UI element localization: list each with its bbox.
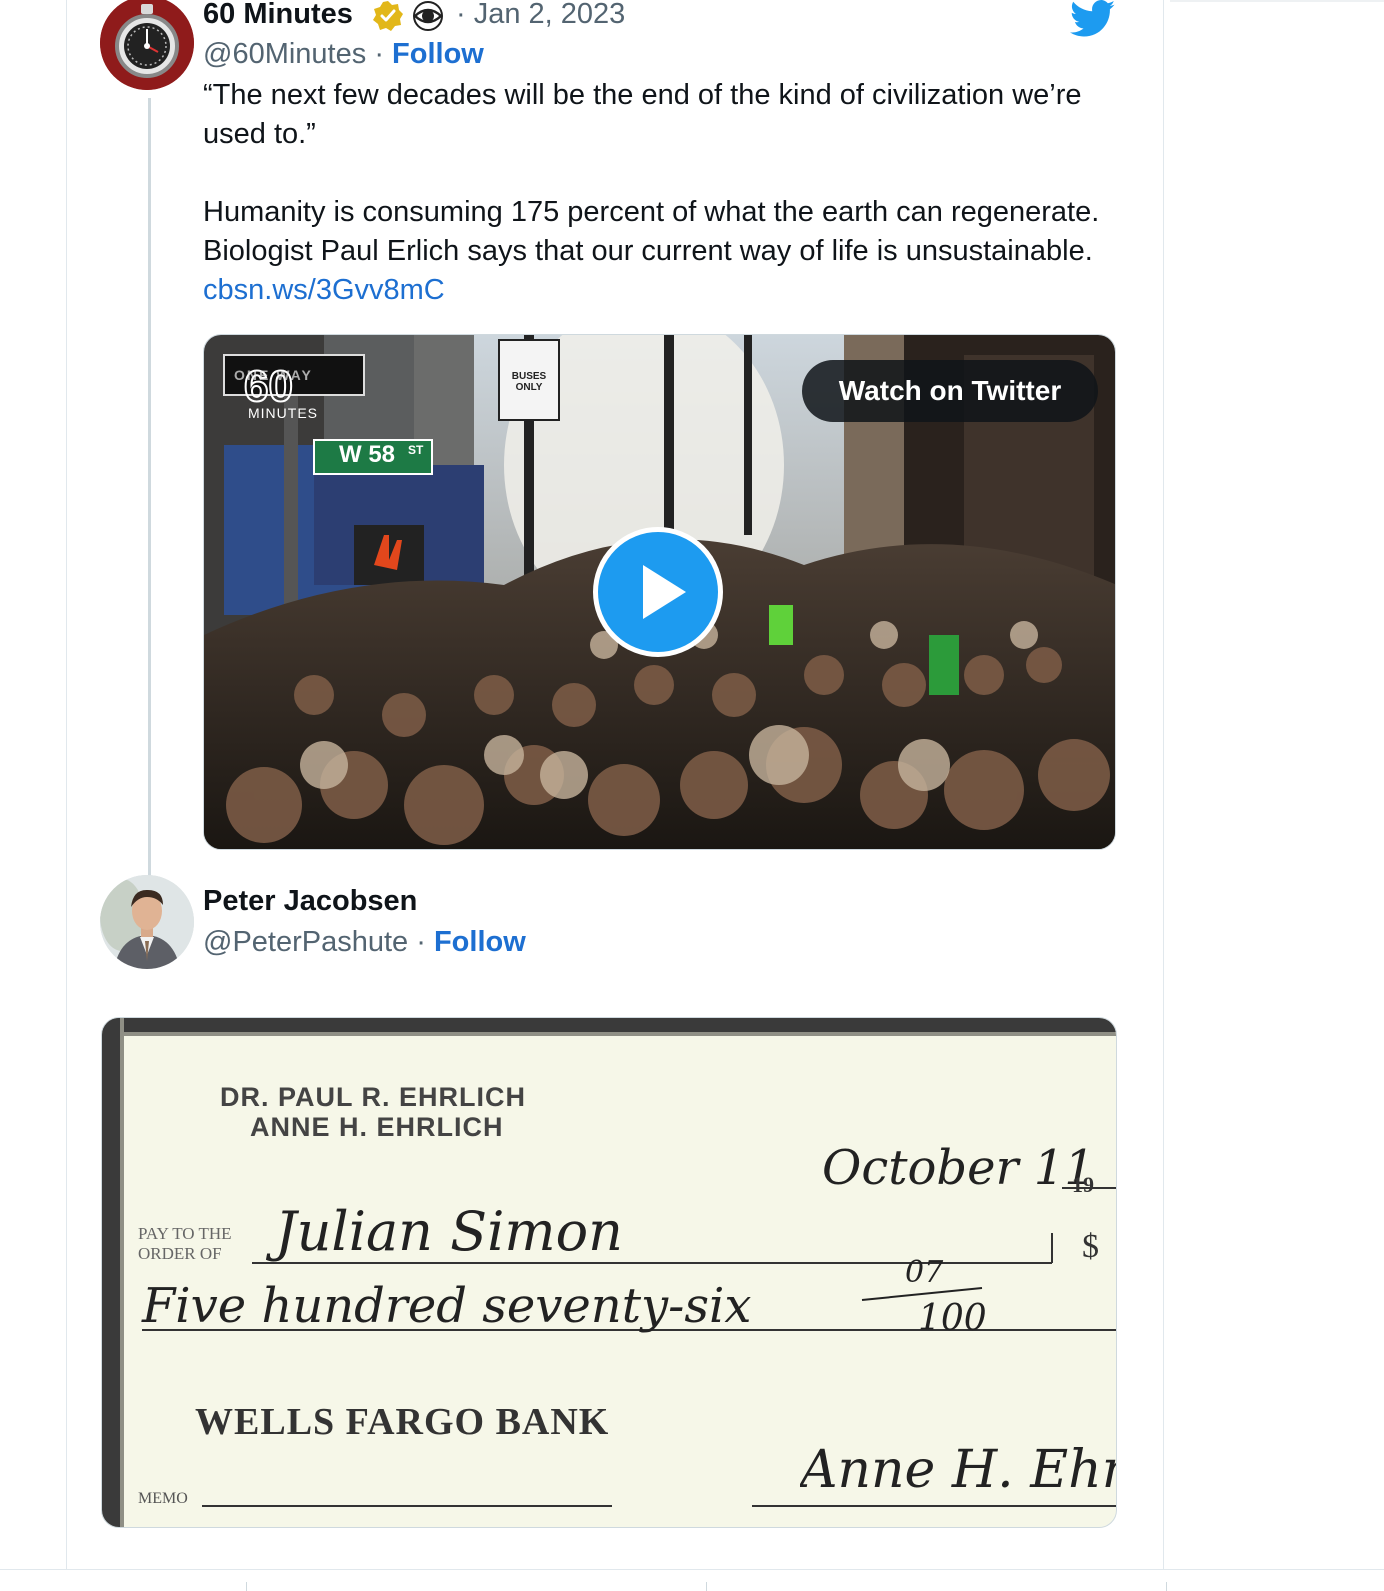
stopwatch-icon — [100, 0, 194, 90]
verified-badge-icon — [373, 1, 403, 31]
check-pay-label-2: ORDER OF — [138, 1244, 222, 1263]
check-pay-label-1: PAY TO THE — [138, 1224, 232, 1243]
handle-separator: · — [374, 38, 384, 70]
avatar-peterjacobsen[interactable] — [100, 875, 194, 969]
check-dollar-sign: $ — [1082, 1228, 1099, 1265]
check-amount-words: Five hundred seventy-six — [142, 1278, 752, 1334]
check-cents-bottom: 100 — [918, 1298, 987, 1339]
handle-text[interactable]: @60Minutes — [203, 38, 366, 70]
tweet-paragraph-text: Humanity is consuming 175 percent of wha… — [203, 196, 1100, 267]
check-bank-name: WELLS FARGO BANK — [195, 1401, 610, 1443]
top-divider — [1170, 0, 1384, 2]
tweet-link[interactable]: cbsn.ws/3Gvv8mC — [203, 274, 445, 306]
check-date-script: October 11 — [822, 1140, 1095, 1196]
60minutes-logo-word: MINUTES — [248, 405, 318, 421]
thread-connector — [148, 98, 151, 878]
follow-button-60minutes[interactable]: Follow — [392, 38, 484, 70]
handle-text[interactable]: @PeterPashute — [203, 926, 408, 958]
check-payee-script: Julian Simon — [275, 1200, 623, 1263]
check-holder-line2: ANNE H. EHRLICH — [250, 1112, 504, 1142]
watch-on-twitter-button[interactable]: Watch on Twitter — [802, 360, 1098, 422]
street-sign-text: W 58 — [339, 441, 396, 468]
check-year-prefix: 19 — [1072, 1172, 1094, 1197]
cbs-eye-icon — [413, 1, 443, 31]
tweet-date[interactable]: · Jan 2, 2023 — [456, 0, 625, 31]
check-cents-top: 07 — [905, 1255, 944, 1290]
handle-separator: · — [416, 926, 426, 958]
handle-peterjacobsen: @PeterPashute · Follow — [203, 926, 526, 959]
handle-60minutes: @60Minutes · Follow — [203, 38, 484, 71]
check-signature: Anne H. Ehr — [800, 1440, 1116, 1500]
tweet-paragraph: Humanity is consuming 175 percent of wha… — [203, 193, 1113, 310]
person-photo-icon — [100, 875, 194, 969]
street-sign-suffix: ST — [408, 443, 424, 457]
author-name-60minutes[interactable]: 60 Minutes — [203, 0, 353, 31]
author-name-peterjacobsen[interactable]: Peter Jacobsen — [203, 885, 417, 918]
tweet-quote: “The next few decades will be the end of… — [203, 79, 1082, 150]
bus-sign-text: BUSES ONLY — [511, 371, 547, 393]
follow-button-peterjacobsen[interactable]: Follow — [434, 926, 526, 958]
avatar-60minutes[interactable] — [100, 0, 194, 90]
check-holder-line1: DR. PAUL R. EHRLICH — [220, 1082, 527, 1112]
check-memo-label: MEMO — [138, 1490, 188, 1507]
oneway-sign-text: ONE WAY — [234, 367, 313, 383]
play-button[interactable] — [593, 527, 723, 657]
play-icon — [643, 565, 686, 619]
tweet-body: “The next few decades will be the end of… — [203, 76, 1113, 310]
bottom-toolbar — [0, 1569, 1384, 1591]
twitter-bird-icon[interactable] — [1070, 0, 1116, 38]
